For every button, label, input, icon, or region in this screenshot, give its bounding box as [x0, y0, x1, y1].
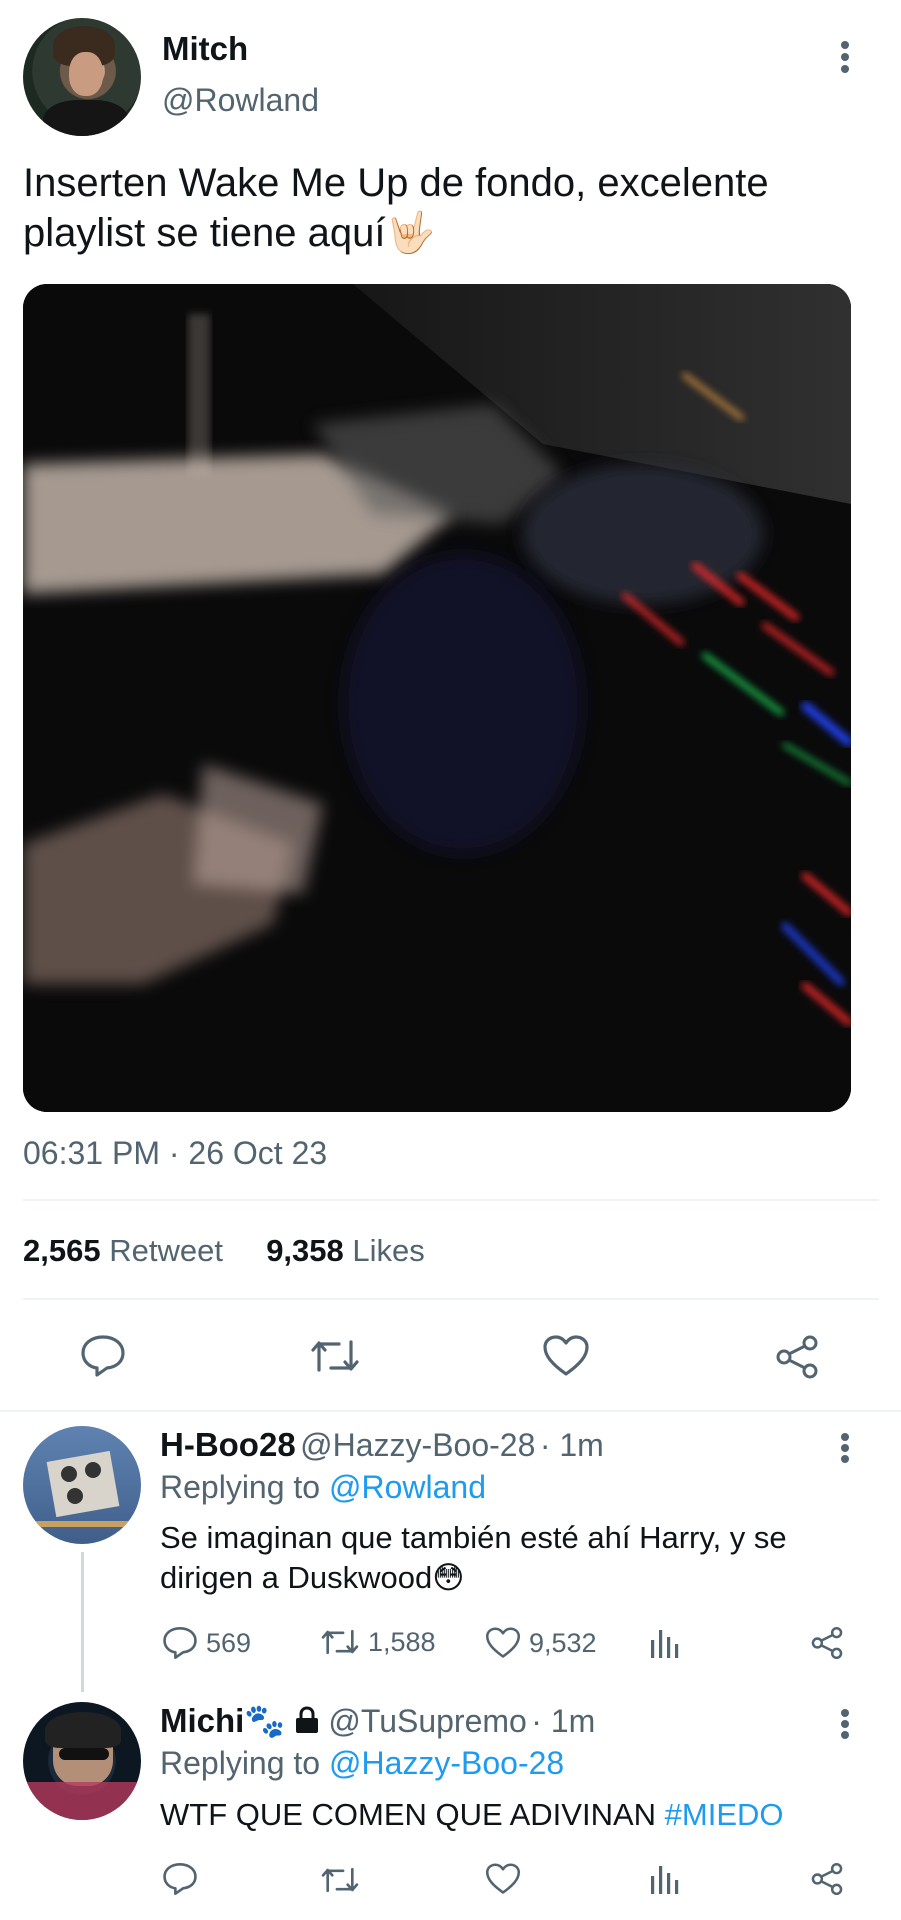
divider — [23, 1199, 879, 1201]
reply-icon[interactable] — [162, 1862, 198, 1901]
thread-line — [81, 1552, 84, 1692]
reply-icon[interactable] — [80, 1334, 126, 1383]
tweet-media-image[interactable] — [23, 284, 851, 1112]
reply-author-name[interactable]: H-Boo28 — [160, 1426, 296, 1463]
reply-author-name[interactable]: Michi🐾 — [160, 1702, 285, 1739]
reply-count: 569 — [206, 1627, 252, 1658]
reply-time: · 1m — [539, 1427, 604, 1463]
reply-text: WTF QUE COMEN QUE ADIVINAN #MIEDO — [160, 1795, 784, 1835]
analytics-icon[interactable] — [648, 1628, 680, 1665]
replying-prefix: Replying to — [160, 1469, 321, 1505]
author-handle[interactable]: @Rowland — [162, 82, 319, 119]
hashtag-link[interactable]: #MIEDO — [665, 1797, 784, 1832]
reply-icon — [163, 1627, 197, 1659]
reply-text-body: WTF QUE COMEN QUE ADIVINAN — [160, 1797, 657, 1832]
retweets-label: Retweet — [109, 1233, 223, 1268]
heart-icon[interactable] — [542, 1334, 590, 1383]
reply-avatar[interactable] — [23, 1426, 141, 1544]
replying-prefix: Replying to — [160, 1745, 321, 1781]
likes-stat[interactable]: 9,358 Likes — [266, 1233, 425, 1268]
reply-header: Michi🐾 @TuSupremo · 1m — [160, 1702, 595, 1741]
heart-icon[interactable] — [485, 1862, 521, 1901]
analytics-icon[interactable] — [648, 1864, 680, 1901]
reply-author-handle[interactable]: @TuSupremo — [328, 1703, 526, 1739]
reply-time: · 1m — [531, 1703, 596, 1739]
heart-icon — [485, 1627, 521, 1658]
more-options-icon[interactable] — [840, 40, 850, 79]
divider — [23, 1298, 879, 1300]
tweet-text: Inserten Wake Me Up de fondo, excelente … — [23, 161, 769, 255]
retweet-icon[interactable] — [320, 1864, 360, 1901]
retweet-icon[interactable] — [309, 1336, 361, 1381]
reply-text: Se imaginan que también esté ahí Harry, … — [160, 1520, 787, 1595]
replying-to-link[interactable]: @Rowland — [329, 1469, 486, 1505]
retweet-icon — [321, 1629, 359, 1655]
reply-header: H-Boo28 @Hazzy-Boo-28 · 1m — [160, 1426, 604, 1464]
tweet-timestamp: 06:31 PM · 26 Oct 23 — [23, 1135, 328, 1171]
author-avatar[interactable] — [23, 18, 141, 136]
likes-label: Likes — [352, 1233, 425, 1268]
likes-count: 9,358 — [266, 1233, 344, 1268]
retweets-stat[interactable]: 2,565 Retweet — [23, 1233, 223, 1268]
share-icon[interactable] — [774, 1334, 820, 1385]
more-options-icon[interactable] — [840, 1432, 850, 1469]
tweet-stats: 2,565 Retweet 9,358 Likes — [23, 1233, 425, 1269]
retweet-count: 1,588 — [368, 1626, 436, 1657]
author-name[interactable]: Mitch — [162, 30, 248, 68]
retweets-count: 2,565 — [23, 1233, 101, 1268]
replying-to: Replying to @Rowland — [160, 1469, 486, 1506]
share-icon[interactable] — [810, 1626, 844, 1665]
reply-avatar[interactable] — [23, 1702, 141, 1820]
reply-author-handle[interactable]: @Hazzy-Boo-28 — [300, 1427, 535, 1463]
like-button[interactable]: 9,532 — [485, 1626, 597, 1660]
share-icon[interactable] — [810, 1862, 844, 1901]
replying-to: Replying to @Hazzy-Boo-28 — [160, 1745, 564, 1782]
lock-icon — [294, 1706, 320, 1739]
divider — [0, 1410, 901, 1412]
reply-button[interactable]: 569 — [162, 1626, 251, 1660]
like-count: 9,532 — [529, 1627, 597, 1658]
more-options-icon[interactable] — [840, 1708, 850, 1745]
replying-to-link[interactable]: @Hazzy-Boo-28 — [329, 1745, 564, 1781]
retweet-button[interactable]: 1,588 — [320, 1626, 436, 1658]
